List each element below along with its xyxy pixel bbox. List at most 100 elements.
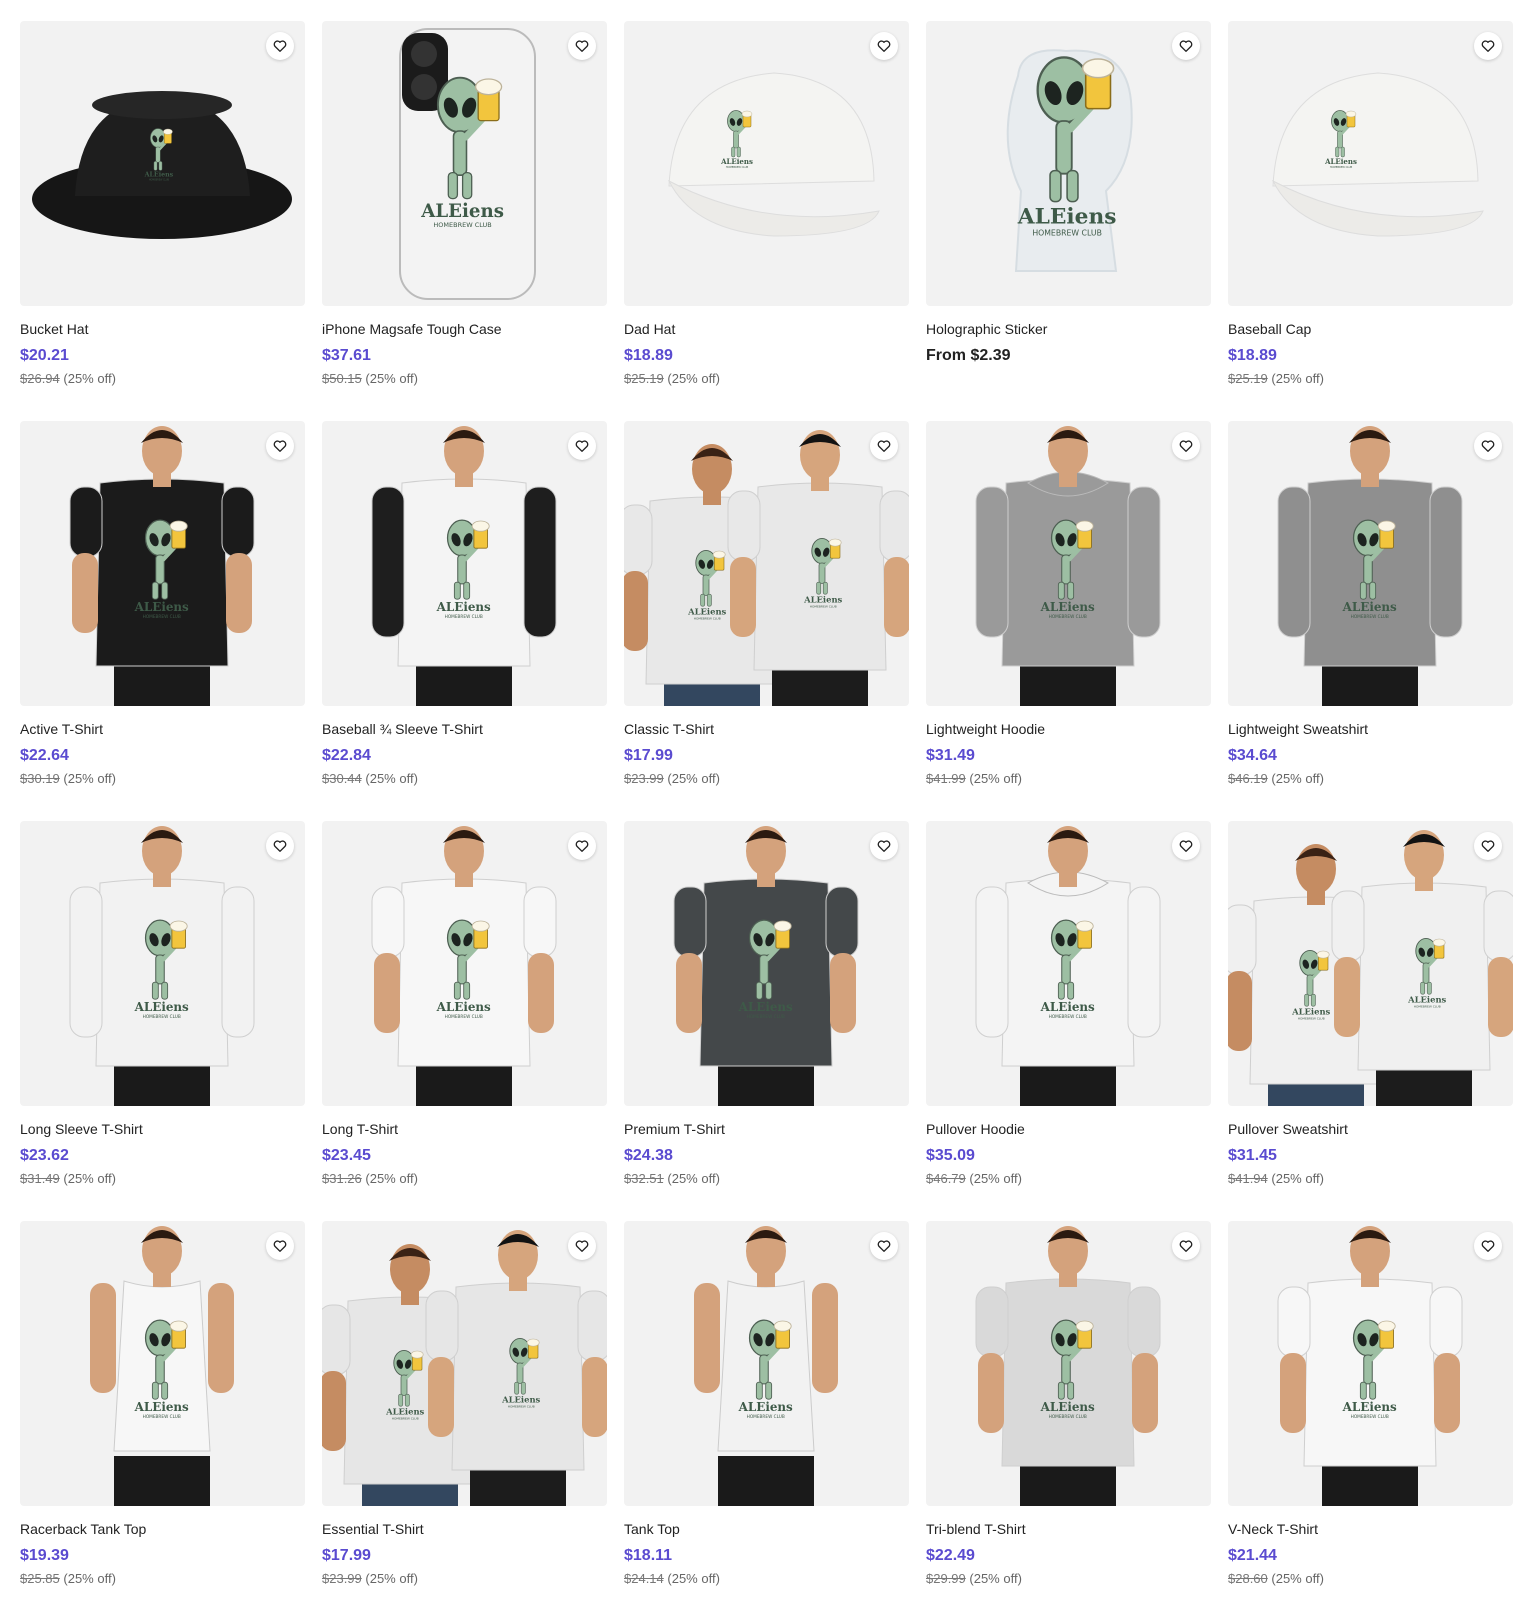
product-card[interactable]: ALEiens HOMEBREW CLUB Holographic Sticke… bbox=[926, 21, 1211, 421]
product-title[interactable]: Lightweight Hoodie bbox=[926, 720, 1211, 738]
favorite-button[interactable] bbox=[1474, 32, 1502, 60]
product-card[interactable]: ALEiens HOMEBREW CLUB iPhone Magsafe Tou… bbox=[322, 21, 607, 421]
product-card[interactable]: ALEiens HOMEBREW CLUB Baseball Cap $18.8… bbox=[1228, 21, 1513, 421]
svg-text:HOMEBREW CLUB: HOMEBREW CLUB bbox=[1049, 1414, 1087, 1420]
product-card[interactable]: ALEiens HOMEBREW CLUB Tri-blend T-Shirt … bbox=[926, 1221, 1211, 1621]
favorite-button[interactable] bbox=[870, 1232, 898, 1260]
product-card[interactable]: ALEiens HOMEBREW CLUB Active T-Shirt $22… bbox=[20, 421, 305, 821]
product-title[interactable]: Premium T-Shirt bbox=[624, 1120, 909, 1138]
product-card[interactable]: ALEiens HOMEBREW CLUB ALEiens HOMEBREW C… bbox=[624, 421, 909, 821]
favorite-button[interactable] bbox=[568, 432, 596, 460]
product-image[interactable]: ALEiens HOMEBREW CLUB bbox=[624, 821, 909, 1106]
product-title[interactable]: Pullover Sweatshirt bbox=[1228, 1120, 1513, 1138]
favorite-button[interactable] bbox=[1474, 1232, 1502, 1260]
product-card[interactable]: ALEiens HOMEBREW CLUB ALEiens HOMEBREW C… bbox=[322, 1221, 607, 1621]
product-title[interactable]: Long T-Shirt bbox=[322, 1120, 607, 1138]
svg-text:ALEiens: ALEiens bbox=[1040, 600, 1095, 614]
product-title[interactable]: Racerback Tank Top bbox=[20, 1520, 305, 1538]
product-title[interactable]: Baseball Cap bbox=[1228, 320, 1513, 338]
favorite-button[interactable] bbox=[266, 832, 294, 860]
product-title[interactable]: iPhone Magsafe Tough Case bbox=[322, 320, 607, 338]
favorite-button[interactable] bbox=[1172, 832, 1200, 860]
product-price: $23.45 bbox=[322, 1147, 371, 1164]
product-card[interactable]: ALEiens HOMEBREW CLUB Premium T-Shirt $2… bbox=[624, 821, 909, 1221]
favorite-button[interactable] bbox=[1172, 32, 1200, 60]
product-card[interactable]: ALEiens HOMEBREW CLUB Dad Hat $18.89 $25… bbox=[624, 21, 909, 421]
discount-label: (25% off) bbox=[667, 371, 720, 386]
favorite-button[interactable] bbox=[1474, 432, 1502, 460]
product-image[interactable]: ALEiens HOMEBREW CLUB bbox=[1228, 21, 1513, 306]
product-card[interactable]: ALEiens HOMEBREW CLUB Long Sleeve T-Shir… bbox=[20, 821, 305, 1221]
heart-icon bbox=[1179, 440, 1193, 452]
favorite-button[interactable] bbox=[870, 32, 898, 60]
heart-icon bbox=[1481, 840, 1495, 852]
product-title[interactable]: Lightweight Sweatshirt bbox=[1228, 720, 1513, 738]
product-image[interactable]: ALEiens HOMEBREW CLUB bbox=[322, 421, 607, 706]
product-image[interactable]: ALEiens HOMEBREW CLUB bbox=[624, 1221, 909, 1506]
product-image[interactable]: ALEiens HOMEBREW CLUB bbox=[926, 821, 1211, 1106]
product-card[interactable]: ALEiens HOMEBREW CLUB V-Neck T-Shirt $21… bbox=[1228, 1221, 1513, 1621]
product-title[interactable]: V-Neck T-Shirt bbox=[1228, 1520, 1513, 1538]
favorite-button[interactable] bbox=[1172, 432, 1200, 460]
favorite-button[interactable] bbox=[870, 832, 898, 860]
product-image[interactable]: ALEiens HOMEBREW CLUB bbox=[322, 21, 607, 306]
favorite-button[interactable] bbox=[568, 832, 596, 860]
product-title[interactable]: Tank Top bbox=[624, 1520, 909, 1538]
product-title[interactable]: Tri-blend T-Shirt bbox=[926, 1520, 1211, 1538]
product-image[interactable]: ALEiens HOMEBREW CLUB bbox=[1228, 421, 1513, 706]
product-card[interactable]: ALEiens HOMEBREW CLUB ALEiens HOMEBREW C… bbox=[1228, 821, 1513, 1221]
svg-text:ALEiens: ALEiens bbox=[134, 600, 189, 614]
product-image[interactable]: ALEiens HOMEBREW CLUB bbox=[20, 21, 305, 306]
discount-label: (25% off) bbox=[667, 1171, 720, 1186]
product-image[interactable]: ALEiens HOMEBREW CLUB ALEiens HOMEBREW C… bbox=[1228, 821, 1513, 1106]
product-image[interactable]: ALEiens HOMEBREW CLUB bbox=[1228, 1221, 1513, 1506]
product-card[interactable]: ALEiens HOMEBREW CLUB Pullover Hoodie $3… bbox=[926, 821, 1211, 1221]
product-card[interactable]: ALEiens HOMEBREW CLUB Lightweight Sweats… bbox=[1228, 421, 1513, 821]
svg-text:ALEiens: ALEiens bbox=[1342, 1400, 1397, 1414]
heart-icon bbox=[575, 1240, 589, 1252]
product-title[interactable]: Essential T-Shirt bbox=[322, 1520, 607, 1538]
product-image[interactable]: ALEiens HOMEBREW CLUB bbox=[624, 21, 909, 306]
original-price: $41.94 bbox=[1228, 1171, 1268, 1186]
product-image[interactable]: ALEiens HOMEBREW CLUB bbox=[322, 821, 607, 1106]
product-card[interactable]: ALEiens HOMEBREW CLUB Racerback Tank Top… bbox=[20, 1221, 305, 1621]
discount-label: (25% off) bbox=[63, 371, 116, 386]
product-image[interactable]: ALEiens HOMEBREW CLUB bbox=[926, 21, 1211, 306]
product-image[interactable]: ALEiens HOMEBREW CLUB bbox=[926, 1221, 1211, 1506]
product-image[interactable]: ALEiens HOMEBREW CLUB bbox=[926, 421, 1211, 706]
svg-text:HOMEBREW CLUB: HOMEBREW CLUB bbox=[1330, 165, 1353, 169]
heart-icon bbox=[575, 440, 589, 452]
favorite-button[interactable] bbox=[266, 432, 294, 460]
product-card[interactable]: ALEiens HOMEBREW CLUB Lightweight Hoodie… bbox=[926, 421, 1211, 821]
product-title[interactable]: Active T-Shirt bbox=[20, 720, 305, 738]
product-price: $37.61 bbox=[322, 347, 371, 364]
svg-text:HOMEBREW CLUB: HOMEBREW CLUB bbox=[726, 165, 749, 169]
svg-text:ALEiens: ALEiens bbox=[1324, 157, 1357, 166]
product-title[interactable]: Classic T-Shirt bbox=[624, 720, 909, 738]
product-card[interactable]: ALEiens HOMEBREW CLUB Bucket Hat $20.21 … bbox=[20, 21, 305, 421]
favorite-button[interactable] bbox=[1474, 832, 1502, 860]
product-title[interactable]: Dad Hat bbox=[624, 320, 909, 338]
product-image[interactable]: ALEiens HOMEBREW CLUB ALEiens HOMEBREW C… bbox=[322, 1221, 607, 1506]
product-image[interactable]: ALEiens HOMEBREW CLUB ALEiens HOMEBREW C… bbox=[624, 421, 909, 706]
favorite-button[interactable] bbox=[266, 32, 294, 60]
favorite-button[interactable] bbox=[266, 1232, 294, 1260]
favorite-button[interactable] bbox=[870, 432, 898, 460]
favorite-button[interactable] bbox=[1172, 1232, 1200, 1260]
svg-text:HOMEBREW CLUB: HOMEBREW CLUB bbox=[694, 616, 721, 620]
product-card[interactable]: ALEiens HOMEBREW CLUB Long T-Shirt $23.4… bbox=[322, 821, 607, 1221]
svg-text:HOMEBREW CLUB: HOMEBREW CLUB bbox=[149, 178, 170, 181]
product-card[interactable]: ALEiens HOMEBREW CLUB Tank Top $18.11 $2… bbox=[624, 1221, 909, 1621]
product-price: $34.64 bbox=[1228, 747, 1277, 764]
product-title[interactable]: Holographic Sticker bbox=[926, 320, 1211, 338]
product-card[interactable]: ALEiens HOMEBREW CLUB Baseball ¾ Sleeve … bbox=[322, 421, 607, 821]
favorite-button[interactable] bbox=[568, 32, 596, 60]
product-image[interactable]: ALEiens HOMEBREW CLUB bbox=[20, 421, 305, 706]
product-title[interactable]: Long Sleeve T-Shirt bbox=[20, 1120, 305, 1138]
product-title[interactable]: Pullover Hoodie bbox=[926, 1120, 1211, 1138]
favorite-button[interactable] bbox=[568, 1232, 596, 1260]
product-image[interactable]: ALEiens HOMEBREW CLUB bbox=[20, 821, 305, 1106]
product-title[interactable]: Bucket Hat bbox=[20, 320, 305, 338]
product-image[interactable]: ALEiens HOMEBREW CLUB bbox=[20, 1221, 305, 1506]
product-title[interactable]: Baseball ¾ Sleeve T-Shirt bbox=[322, 720, 607, 738]
